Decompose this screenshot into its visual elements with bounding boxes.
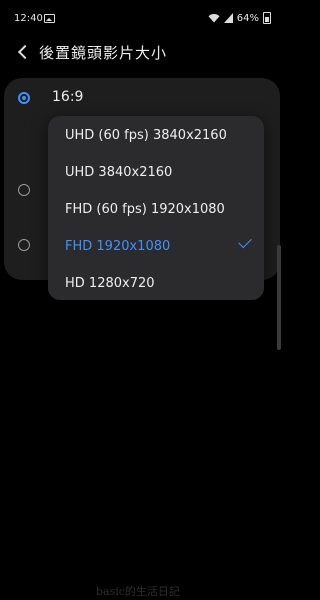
- menu-item-fhd[interactable]: FHD 1920x1080: [48, 228, 264, 265]
- signal-icon: [223, 13, 233, 23]
- menu-item-uhd-60fps[interactable]: UHD (60 fps) 3840x2160: [48, 117, 264, 154]
- scrollbar[interactable]: [277, 245, 281, 350]
- gallery-notification-icon: [44, 14, 55, 23]
- menu-item-label: FHD (60 fps) 1920x1080: [65, 202, 225, 217]
- radio-option-3[interactable]: [18, 239, 30, 251]
- header: 後置鏡頭影片大小: [0, 36, 284, 70]
- menu-item-label: FHD 1920x1080: [65, 239, 171, 254]
- battery-icon: [263, 12, 271, 24]
- wifi-icon: [208, 14, 220, 23]
- check-icon: [238, 234, 252, 249]
- menu-item-label: UHD 3840x2160: [65, 165, 173, 180]
- menu-item-hd[interactable]: HD 1280x720: [48, 265, 264, 302]
- status-time: 12:40: [14, 13, 43, 24]
- menu-item-fhd-60fps[interactable]: FHD (60 fps) 1920x1080: [48, 191, 264, 228]
- menu-item-label: HD 1280x720: [65, 276, 155, 291]
- menu-item-label: UHD (60 fps) 3840x2160: [65, 128, 227, 143]
- video-size-dropdown: UHD (60 fps) 3840x2160 UHD 3840x2160 FHD…: [48, 116, 264, 300]
- radio-option-16-9[interactable]: [18, 92, 30, 104]
- watermark: basic的生活日記: [96, 585, 180, 598]
- status-indicators: 64%: [208, 12, 271, 24]
- radio-option-2[interactable]: [18, 184, 30, 196]
- menu-item-uhd[interactable]: UHD 3840x2160: [48, 154, 264, 191]
- battery-percent: 64%: [236, 12, 259, 24]
- back-arrow-icon[interactable]: [17, 40, 33, 64]
- page-title: 後置鏡頭影片大小: [39, 44, 168, 62]
- option-label-16-9[interactable]: 16:9: [52, 89, 83, 105]
- status-bar: 12:40 64%: [0, 0, 284, 36]
